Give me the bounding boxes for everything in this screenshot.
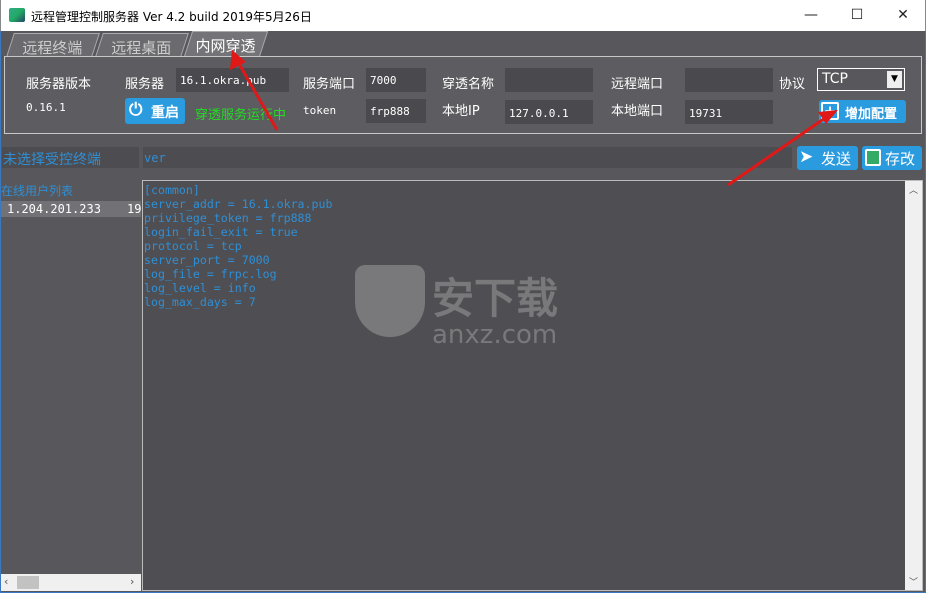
arrow-to-add-config (727, 116, 826, 187)
arrowhead-tab (230, 50, 246, 70)
arrow-to-tab (236, 61, 279, 131)
annotation-arrows (230, 50, 838, 187)
